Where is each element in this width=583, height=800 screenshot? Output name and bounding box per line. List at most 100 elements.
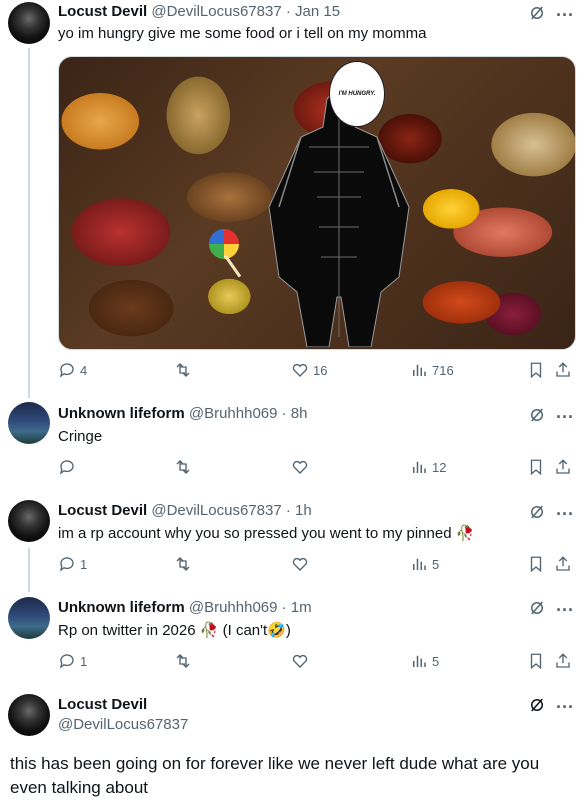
tweet-text-line: im a rp account why you so pressed you w…	[58, 524, 474, 542]
timestamp[interactable]: · 1h	[286, 502, 312, 519]
share-icon	[556, 653, 570, 668]
share-button[interactable]	[554, 361, 572, 379]
views-icon	[413, 364, 426, 376]
handle[interactable]: @Bruhhh069	[189, 599, 278, 616]
tweet-header: Locust Devil @DevilLocus67837 · Jan 15	[58, 3, 340, 20]
display-name-block: Locust Devil @DevilLocus67837	[58, 696, 188, 733]
share-button[interactable]	[554, 555, 572, 573]
tweet-image[interactable]: I'M HUNGRY.	[58, 56, 576, 350]
more-icon[interactable]: ···	[556, 505, 574, 523]
retweet-button[interactable]	[174, 652, 192, 670]
more-icon[interactable]: ···	[556, 408, 574, 426]
like-button[interactable]: 16	[291, 361, 327, 379]
handle[interactable]: @DevilLocus67837	[151, 502, 281, 519]
bookmark-icon	[530, 556, 542, 573]
like-icon	[292, 363, 308, 377]
tweet-text: Cringe	[58, 428, 103, 445]
retweet-button[interactable]	[174, 361, 192, 379]
laughing-emoji: 🤣	[267, 622, 286, 639]
display-name[interactable]: Unknown lifeform	[58, 599, 185, 616]
reply-icon	[59, 654, 74, 669]
grok-icon[interactable]	[528, 503, 546, 521]
action-bar: 1 5	[58, 555, 573, 575]
like-button[interactable]	[291, 652, 309, 670]
grok-icon[interactable]	[528, 696, 546, 714]
reply-count: 4	[80, 362, 88, 378]
reply-icon	[59, 557, 74, 572]
tweet-text-suffix: (I can't	[222, 622, 268, 639]
reply-icon	[59, 363, 74, 378]
avatar[interactable]	[8, 597, 50, 639]
retweet-icon	[176, 460, 190, 474]
avatar[interactable]	[8, 2, 50, 44]
handle[interactable]: @DevilLocus67837	[151, 3, 281, 20]
reply-button[interactable]: 1	[58, 555, 87, 573]
tweet-text-close: )	[285, 622, 291, 639]
views-icon	[413, 461, 426, 473]
display-name[interactable]: Unknown lifeform	[58, 405, 185, 422]
views-count: 12	[432, 459, 447, 475]
reply-icon	[59, 460, 74, 475]
views-icon	[413, 655, 426, 667]
views-button[interactable]: 5	[410, 555, 439, 573]
display-name[interactable]: Locust Devil	[58, 696, 188, 713]
retweet-button[interactable]	[174, 458, 192, 476]
tweet-text: this has been going on for forever like …	[10, 754, 540, 797]
like-icon	[292, 654, 308, 668]
tweet-text: im a rp account why you so pressed you w…	[58, 525, 452, 542]
more-icon[interactable]: ···	[556, 601, 574, 619]
like-button[interactable]	[291, 458, 309, 476]
bookmark-button[interactable]	[527, 458, 545, 476]
bookmark-button[interactable]	[527, 652, 545, 670]
share-button[interactable]	[554, 652, 572, 670]
handle[interactable]: @Bruhhh069	[189, 405, 278, 422]
avatar[interactable]	[8, 402, 50, 444]
views-count: 716	[432, 362, 454, 378]
grok-icon[interactable]	[528, 406, 546, 424]
timestamp[interactable]: · 8h	[282, 405, 308, 422]
avatar[interactable]	[8, 500, 50, 542]
timestamp[interactable]: · 1m	[282, 599, 312, 616]
reply-count: 1	[80, 556, 88, 572]
action-bar: 1 5	[58, 652, 573, 672]
like-icon	[292, 460, 308, 474]
tweet-header: Unknown lifeform @Bruhhh069 · 8h	[58, 405, 308, 422]
bookmark-button[interactable]	[527, 361, 545, 379]
bookmark-button[interactable]	[527, 555, 545, 573]
reply-button[interactable]: 1	[58, 652, 87, 670]
views-button[interactable]: 5	[410, 652, 439, 670]
share-icon	[556, 556, 570, 571]
retweet-icon	[176, 654, 190, 668]
thread-line	[28, 548, 30, 592]
like-button[interactable]	[291, 555, 309, 573]
views-button[interactable]: 12	[410, 458, 446, 476]
wilted-rose-emoji: 🥀	[455, 525, 475, 542]
bookmark-icon	[530, 362, 542, 379]
more-icon[interactable]: ···	[556, 698, 574, 716]
more-icon[interactable]: ···	[556, 6, 574, 24]
grok-icon[interactable]	[528, 599, 546, 617]
reply-button[interactable]: 4	[58, 361, 87, 379]
avatar[interactable]	[8, 694, 50, 736]
bookmark-icon	[530, 653, 542, 670]
views-button[interactable]: 716	[410, 361, 454, 379]
share-icon	[556, 362, 570, 377]
tweet-text: Rp on twitter in 2026	[58, 622, 196, 639]
views-count: 5	[432, 556, 440, 572]
action-bar: 4 16 716	[58, 361, 573, 381]
retweet-icon	[176, 363, 190, 377]
grok-icon[interactable]	[528, 4, 546, 22]
wilted-rose-emoji: 🥀	[199, 622, 219, 639]
thread-line	[28, 48, 30, 398]
timestamp[interactable]: · Jan 15	[286, 3, 340, 20]
share-button[interactable]	[554, 458, 572, 476]
display-name[interactable]: Locust Devil	[58, 502, 147, 519]
like-icon	[292, 557, 308, 571]
handle[interactable]: @DevilLocus67837	[58, 716, 188, 733]
retweet-button[interactable]	[174, 555, 192, 573]
lollipop-stick	[223, 254, 242, 278]
reply-button[interactable]	[58, 458, 76, 476]
speech-bubble: I'M HUNGRY.	[329, 61, 385, 127]
reply-count: 1	[80, 653, 88, 669]
display-name[interactable]: Locust Devil	[58, 3, 147, 20]
